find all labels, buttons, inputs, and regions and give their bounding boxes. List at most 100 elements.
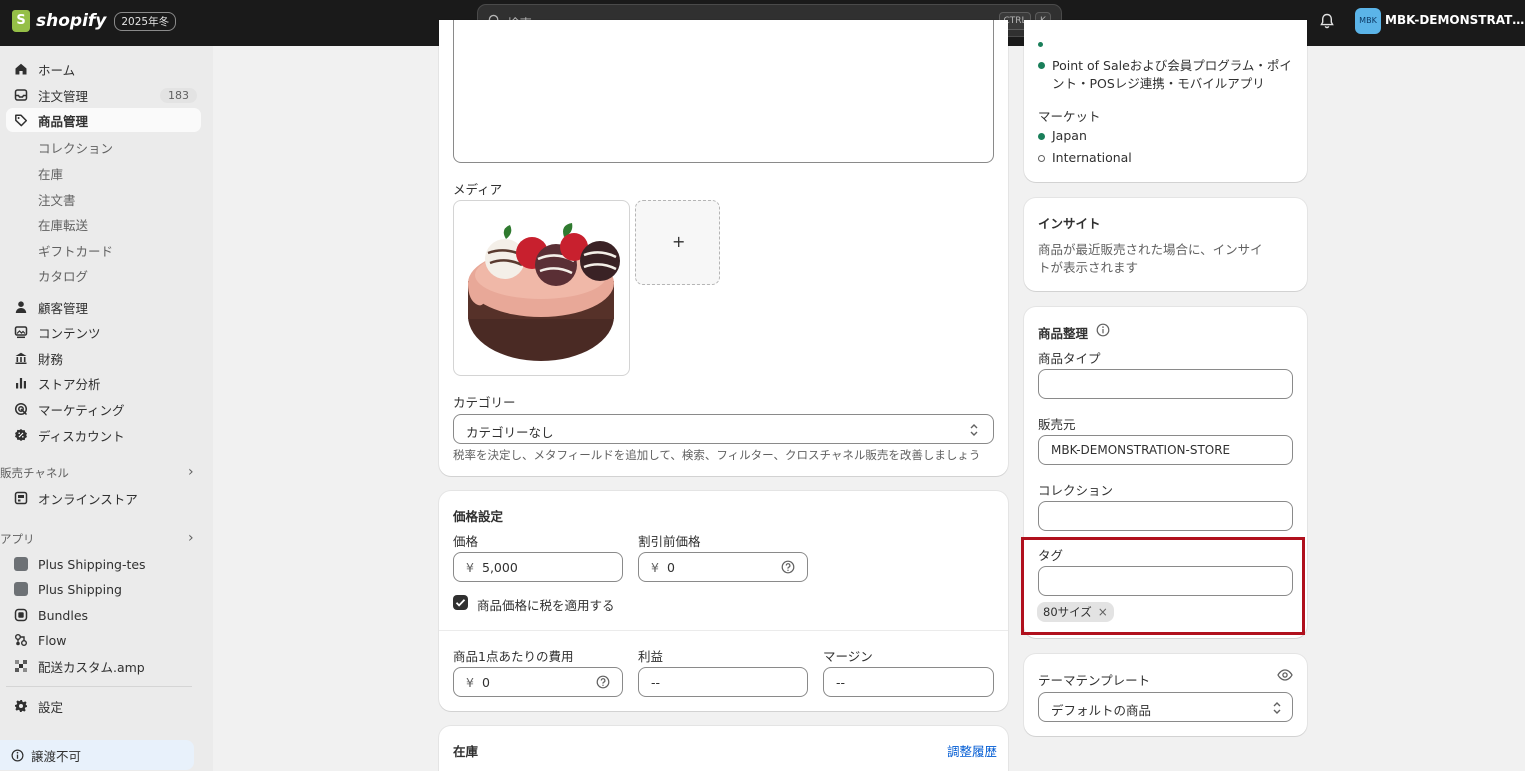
product-details-card: メディア + カテゴリー カテゴリーなし 税率を決定し、メタフィールドを追加して…	[439, 20, 1008, 476]
cost-input[interactable]: ¥ 0	[453, 667, 623, 697]
description-editor[interactable]	[453, 20, 994, 163]
bundles-icon	[14, 608, 28, 622]
vendor-input[interactable]: MBK-DEMONSTRATION-STORE	[1038, 435, 1293, 465]
status-dot-active	[1038, 133, 1045, 140]
tag-icon	[15, 114, 28, 127]
app-icon	[14, 557, 28, 571]
sidebar-item-customers[interactable]: 顧客管理	[6, 295, 201, 319]
cost-value: 0	[482, 675, 490, 690]
sidebar-subitem-inventory[interactable]: 在庫	[38, 164, 63, 183]
theme-template-card: テーマテンプレート デフォルトの商品	[1024, 654, 1307, 736]
non-transferable-notice[interactable]: 譲渡不可	[0, 740, 194, 770]
sidebar-item-label: Flow	[38, 632, 67, 648]
sidebar-subitem-purchase-orders[interactable]: 注文書	[38, 190, 76, 209]
media-label: メディア	[453, 182, 503, 197]
adjustment-history-link[interactable]: 調整履歴	[947, 741, 997, 760]
sidebar-item-analytics[interactable]: ストア分析	[6, 371, 201, 395]
sidebar-item-home[interactable]: ホーム	[6, 57, 201, 81]
margin-value: --	[836, 675, 846, 690]
sidebar-item-label: コンテンツ	[38, 325, 101, 341]
organization-title: 商品整理	[1038, 326, 1089, 341]
collections-input[interactable]	[1038, 501, 1293, 531]
add-media-button[interactable]: +	[635, 200, 720, 285]
pricing-title: 価格設定	[453, 509, 504, 524]
pricing-card: 価格設定 価格 ¥ 5,000 割引前価格 ¥ 0 商品価格に税を適用する 商品…	[439, 491, 1008, 711]
store-avatar[interactable]: MBK	[1355, 8, 1381, 34]
sidebar-item-online-store[interactable]: オンラインストア	[6, 486, 201, 510]
category-select[interactable]: カテゴリーなし	[453, 414, 994, 444]
theme-template-select[interactable]: デフォルトの商品	[1038, 692, 1293, 722]
sidebar-item-app-plus-shipping-tes[interactable]: Plus Shipping-tes	[6, 552, 201, 576]
compare-price-label: 割引前価格	[638, 534, 701, 549]
price-input[interactable]: ¥ 5,000	[453, 552, 623, 582]
sidebar: ホーム 注文管理 183 商品管理 コレクション 在庫 注文書 在庫転送 ギフト…	[0, 46, 213, 771]
currency-symbol: ¥	[466, 560, 474, 575]
category-value: カテゴリーなし	[466, 425, 554, 440]
apps-heading[interactable]: アプリ	[0, 531, 200, 547]
sidebar-item-label: Plus Shipping-tes	[38, 556, 146, 572]
sidebar-item-label: 財務	[38, 351, 64, 367]
product-image[interactable]	[453, 200, 630, 376]
currency-symbol: ¥	[466, 675, 474, 690]
sidebar-item-marketing[interactable]: マーケティング	[6, 397, 201, 421]
bell-icon[interactable]	[1318, 12, 1336, 30]
eye-icon[interactable]	[1277, 668, 1293, 682]
sidebar-item-discounts[interactable]: ディスカウント	[6, 423, 201, 447]
product-type-input[interactable]	[1038, 369, 1293, 399]
chevron-right-icon[interactable]: ›	[188, 464, 194, 480]
sidebar-item-products[interactable]: 商品管理	[6, 108, 201, 132]
bank-icon	[15, 352, 27, 364]
market-japan: Japan	[1052, 128, 1087, 143]
sidebar-item-settings[interactable]: 設定	[6, 694, 201, 718]
plus-icon: +	[672, 232, 686, 251]
cost-label: 商品1点あたりの費用	[453, 649, 574, 664]
inventory-card: 在庫 調整履歴	[439, 726, 1008, 771]
compare-price-input[interactable]: ¥ 0	[638, 552, 808, 582]
shopify-logo[interactable]: S shopify 2025年冬	[12, 10, 177, 32]
sidebar-item-app-plus-shipping[interactable]: Plus Shipping	[6, 577, 201, 601]
sidebar-item-finance[interactable]: 財務	[6, 346, 201, 370]
sidebar-item-app-delivery-custom[interactable]: 配送カスタム.amp	[6, 654, 201, 678]
store-name[interactable]: MBK-DEMONSTRATION-...	[1385, 13, 1525, 27]
highlight-box	[1021, 537, 1305, 635]
sidebar-item-orders[interactable]: 注文管理 183	[6, 83, 201, 107]
profit-value: --	[651, 675, 661, 690]
theme-template-value: デフォルトの商品	[1051, 703, 1152, 718]
status-dot-active	[1038, 62, 1045, 69]
compare-price-value: 0	[667, 560, 675, 575]
checkmark-icon	[455, 599, 466, 607]
sidebar-subitem-collections[interactable]: コレクション	[38, 138, 113, 157]
inbox-icon	[14, 89, 28, 101]
sidebar-item-app-bundles[interactable]: Bundles	[6, 603, 201, 627]
profit-label: 利益	[638, 649, 664, 664]
select-chevron-icon	[1273, 702, 1281, 714]
inventory-title: 在庫	[453, 744, 479, 759]
tax-checkbox-label[interactable]: 商品価格に税を適用する	[477, 595, 615, 614]
cake-image	[468, 223, 620, 361]
sidebar-subitem-catalogs[interactable]: カタログ	[38, 266, 88, 285]
chevron-right-icon[interactable]: ›	[188, 530, 194, 546]
info-icon[interactable]	[1096, 323, 1110, 337]
help-icon[interactable]	[781, 560, 795, 574]
theme-template-title: テーマテンプレート	[1038, 673, 1151, 688]
pos-channel-text: Point of Saleおよび会員プログラム・ポイント・POSレジ連携・モバイ…	[1052, 58, 1292, 91]
sales-channels-heading[interactable]: 販売チャネル	[0, 465, 200, 481]
tax-checkbox[interactable]	[453, 595, 468, 610]
sidebar-subitem-gift-cards[interactable]: ギフトカード	[38, 241, 113, 260]
shopify-bag-icon: S	[12, 10, 30, 32]
sidebar-item-label: マーケティング	[38, 402, 125, 418]
sidebar-subitem-transfers[interactable]: 在庫転送	[38, 215, 88, 234]
sidebar-item-app-flow[interactable]: Flow	[6, 628, 201, 652]
sidebar-item-label: Bundles	[38, 607, 89, 623]
sidebar-item-label: ストア分析	[38, 376, 101, 392]
margin-field: --	[823, 667, 994, 697]
insights-text: 商品が最近販売された場合に、インサイトが表示されます	[1038, 242, 1263, 275]
sidebar-item-content[interactable]: コンテンツ	[6, 320, 201, 344]
pixel-app-icon	[15, 660, 27, 672]
help-icon[interactable]	[596, 675, 610, 689]
margin-label: マージン	[823, 649, 873, 664]
store-icon	[14, 491, 28, 505]
content-icon	[14, 326, 28, 339]
edition-badge: 2025年冬	[114, 11, 177, 31]
sidebar-divider	[6, 686, 192, 687]
